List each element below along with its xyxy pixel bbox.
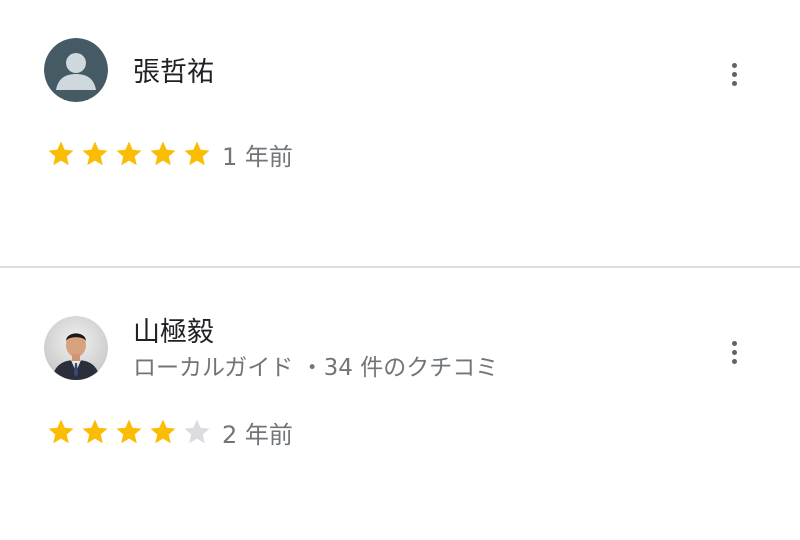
more-options-button[interactable] <box>718 54 750 94</box>
reviewer-subtitle: ローカルガイド ・34 件のクチコミ <box>133 355 499 381</box>
review-card: 山極毅 ローカルガイド ・34 件のクチコミ 2 年前 <box>0 268 800 540</box>
star-filled-icon <box>78 415 112 449</box>
star-filled-icon <box>78 137 112 171</box>
star-filled-icon <box>44 137 78 171</box>
star-filled-icon <box>112 137 146 171</box>
review-card: 張哲祐 1 年前 <box>0 0 800 266</box>
reviewer-name[interactable]: 張哲祐 <box>133 57 214 89</box>
star-filled-icon <box>44 415 78 449</box>
reviewer-avatar[interactable] <box>44 38 108 102</box>
star-rating <box>44 415 214 449</box>
more-vert-icon <box>731 62 737 68</box>
star-filled-icon <box>146 137 180 171</box>
star-rating <box>44 137 214 171</box>
reviewer-avatar[interactable] <box>44 316 108 380</box>
more-vert-icon <box>731 340 737 346</box>
more-options-button[interactable] <box>718 332 750 372</box>
star-empty-icon <box>180 415 214 449</box>
review-time: 2 年前 <box>222 420 293 449</box>
rating-row: 2 年前 <box>44 414 293 450</box>
star-filled-icon <box>180 137 214 171</box>
star-filled-icon <box>112 415 146 449</box>
user-photo <box>44 316 108 380</box>
rating-row: 1 年前 <box>44 136 293 172</box>
default-person-icon <box>44 38 108 102</box>
star-filled-icon <box>146 415 180 449</box>
review-time: 1 年前 <box>222 142 293 171</box>
reviewer-name[interactable]: 山極毅 <box>133 317 214 349</box>
